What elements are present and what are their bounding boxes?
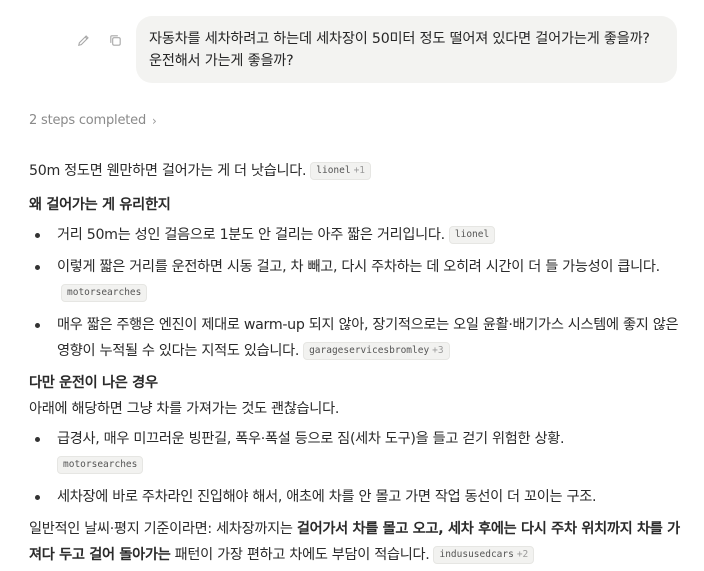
- section-heading: 다만 운전이 나은 경우: [29, 375, 158, 391]
- list-item: 급경사, 매우 미끄러운 빙판길, 폭우·폭설 등으로 짐(세차 도구)을 들고…: [29, 426, 689, 478]
- section-lead: 아래에 해당하면 그냥 차를 가져가는 것도 괜찮습니다.: [29, 401, 340, 417]
- section-heading: 왜 걸어가는 게 유리한지: [29, 197, 171, 213]
- citation-chip[interactable]: lionel: [448, 226, 496, 244]
- citation-chip[interactable]: indususedcars +2: [433, 546, 535, 564]
- intro-text: 50m 정도면 웬만하면 걸어가는 게 더 낫습니다.: [29, 163, 307, 179]
- user-message-bubble: 자동차를 세차하려고 하는데 세차장이 50미터 정도 떨어져 있다면 걸어가는…: [136, 16, 677, 83]
- message-actions: [76, 33, 124, 49]
- copy-icon[interactable]: [108, 33, 124, 49]
- list-item: 매우 짧은 주행은 엔진이 제대로 warm-up 되지 않아, 장기적으로는 …: [29, 312, 689, 364]
- user-message-row: 자동차를 세차하려고 하는데 세차장이 50미터 정도 떨어져 있다면 걸어가는…: [0, 16, 704, 86]
- steps-completed-toggle[interactable]: 2 steps completed ›: [29, 113, 157, 128]
- answer-conclusion: 일반적인 날씨·평지 기준이라면: 세차장까지는 걸어가서 차를 몰고 오고, …: [29, 521, 680, 564]
- chevron-right-icon: ›: [152, 113, 157, 128]
- assistant-answer: 50m 정도면 웬만하면 걸어가는 게 더 낫습니다. lionel +1 왜 걸어…: [29, 158, 689, 568]
- list-item: 거리 50m는 성인 걸음으로 1분도 안 걸리는 아주 짧은 거리입니다. li…: [29, 222, 689, 248]
- steps-label: 2 steps completed: [29, 113, 147, 128]
- list-item: 세차장에 바로 주차라인 진입해야 해서, 애초에 차를 안 몰고 가면 작업 …: [29, 484, 689, 510]
- pencil-icon[interactable]: [76, 33, 92, 49]
- citation-chip[interactable]: motorsearches: [61, 284, 148, 302]
- reasons-list: 거리 50m는 성인 걸음으로 1분도 안 걸리는 아주 짧은 거리입니다. li…: [29, 222, 689, 364]
- exceptions-list: 급경사, 매우 미끄러운 빙판길, 폭우·폭설 등으로 짐(세차 도구)을 들고…: [29, 426, 689, 510]
- citation-chip[interactable]: lionel +1: [310, 162, 372, 180]
- answer-intro: 50m 정도면 웬만하면 걸어가는 게 더 낫습니다. lionel +1: [29, 158, 689, 184]
- citation-chip[interactable]: garageservicesbromley +3: [303, 342, 450, 360]
- list-item: 이렇게 짧은 거리를 운전하면 시동 걸고, 차 빼고, 다시 주차하는 데 오…: [29, 254, 689, 306]
- citation-chip[interactable]: motorsearches: [57, 456, 144, 474]
